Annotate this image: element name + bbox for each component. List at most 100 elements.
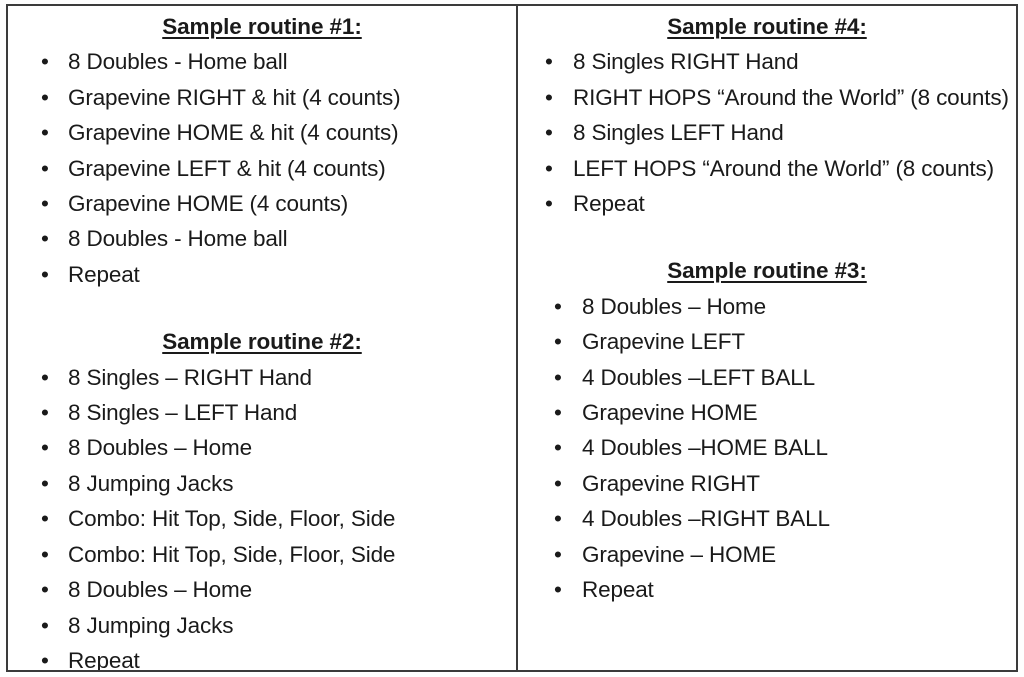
list-item: • 4 Doubles –RIGHT BALL bbox=[518, 501, 1016, 536]
list-item: • Repeat bbox=[518, 186, 1016, 221]
bullet-icon: • bbox=[554, 435, 562, 461]
list-item: • RIGHT HOPS “Around the World” (8 count… bbox=[518, 80, 1016, 115]
routine-list-2: • 8 Singles – RIGHT Hand • 8 Singles – L… bbox=[8, 360, 516, 670]
list-item: • Grapevine LEFT bbox=[518, 324, 1016, 359]
list-item: • 4 Doubles –HOME BALL bbox=[518, 430, 1016, 465]
bullet-icon: • bbox=[554, 541, 562, 567]
list-item: • 8 Singles – LEFT Hand bbox=[8, 395, 516, 430]
list-item: • Grapevine – HOME bbox=[518, 537, 1016, 572]
list-item-label: Combo: Hit Top, Side, Floor, Side bbox=[68, 541, 396, 567]
bullet-icon: • bbox=[41, 506, 49, 532]
list-item: • 8 Doubles – Home bbox=[518, 289, 1016, 324]
list-item: • Grapevine HOME bbox=[518, 395, 1016, 430]
list-item: • Combo: Hit Top, Side, Floor, Side bbox=[8, 537, 516, 572]
bullet-icon: • bbox=[41, 541, 49, 567]
list-item-label: 8 Doubles - Home ball bbox=[68, 49, 288, 75]
list-item-label: Combo: Hit Top, Side, Floor, Side bbox=[68, 506, 396, 532]
list-item: • Grapevine RIGHT & hit (4 counts) bbox=[8, 80, 516, 115]
routine-list-3: • 8 Doubles – Home • Grapevine LEFT • 4 … bbox=[518, 289, 1016, 608]
list-item: • 8 Doubles – Home bbox=[8, 430, 516, 465]
list-item-label: 4 Doubles –LEFT BALL bbox=[582, 364, 815, 390]
bullet-icon: • bbox=[41, 84, 49, 110]
bullet-icon: • bbox=[41, 49, 49, 75]
list-item-label: 4 Doubles –HOME BALL bbox=[582, 435, 828, 461]
list-item-label: LEFT HOPS “Around the World” (8 counts) bbox=[573, 155, 994, 181]
routine-separator bbox=[518, 221, 1016, 253]
list-item: • 8 Doubles - Home ball bbox=[8, 44, 516, 79]
document-page: Sample routine #1: • 8 Doubles - Home ba… bbox=[0, 0, 1024, 677]
list-item: • 8 Jumping Jacks bbox=[8, 466, 516, 501]
routine-title-2: Sample routine #2: bbox=[162, 329, 362, 355]
list-item: • Repeat bbox=[518, 572, 1016, 607]
bullet-icon: • bbox=[545, 155, 553, 181]
bullet-icon: • bbox=[41, 470, 49, 496]
bullet-icon: • bbox=[41, 226, 49, 252]
routine-block-4: Sample routine #4: • 8 Singles RIGHT Han… bbox=[518, 9, 1016, 221]
list-item-label: RIGHT HOPS “Around the World” (8 counts) bbox=[573, 84, 1009, 110]
list-item: • Grapevine HOME & hit (4 counts) bbox=[8, 115, 516, 150]
routine-title-3: Sample routine #3: bbox=[667, 258, 867, 284]
list-item-label: 8 Doubles – Home bbox=[582, 293, 766, 319]
bullet-icon: • bbox=[41, 120, 49, 146]
routine-block-3: Sample routine #3: • 8 Doubles – Home • … bbox=[518, 253, 1016, 607]
list-item-label: 8 Doubles - Home ball bbox=[68, 226, 288, 252]
list-item-label: Repeat bbox=[68, 261, 140, 287]
list-item-label: Grapevine HOME (4 counts) bbox=[68, 191, 349, 217]
bullet-icon: • bbox=[41, 577, 49, 603]
list-item: • Grapevine RIGHT bbox=[518, 466, 1016, 501]
routine-title-1: Sample routine #1: bbox=[162, 14, 362, 39]
list-item-label: Grapevine HOME bbox=[582, 400, 758, 426]
routine-title-4: Sample routine #4: bbox=[667, 14, 867, 39]
routine-separator bbox=[8, 292, 516, 324]
list-item-label: 4 Doubles –RIGHT BALL bbox=[582, 506, 830, 532]
routine-table: Sample routine #1: • 8 Doubles - Home ba… bbox=[6, 4, 1018, 672]
list-item: • 4 Doubles –LEFT BALL bbox=[518, 360, 1016, 395]
list-item: • Grapevine LEFT & hit (4 counts) bbox=[8, 151, 516, 186]
bullet-icon: • bbox=[554, 506, 562, 532]
bullet-icon: • bbox=[554, 577, 562, 603]
bullet-icon: • bbox=[554, 400, 562, 426]
list-item-label: 8 Doubles – Home bbox=[68, 435, 252, 461]
bullet-icon: • bbox=[41, 647, 49, 670]
list-item: • 8 Singles RIGHT Hand bbox=[518, 44, 1016, 79]
table-cell-right-column: Sample routine #4: • 8 Singles RIGHT Han… bbox=[518, 6, 1016, 670]
routine-list-1: • 8 Doubles - Home ball • Grapevine RIGH… bbox=[8, 44, 516, 292]
list-item-label: 8 Singles – RIGHT Hand bbox=[68, 364, 312, 390]
list-item-label: Grapevine LEFT & hit (4 counts) bbox=[68, 155, 386, 181]
list-item-label: Grapevine LEFT bbox=[582, 329, 745, 355]
list-item-label: Grapevine RIGHT bbox=[582, 470, 760, 496]
bullet-icon: • bbox=[554, 364, 562, 390]
bullet-icon: • bbox=[41, 155, 49, 181]
routine-list-4: • 8 Singles RIGHT Hand • RIGHT HOPS “Aro… bbox=[518, 44, 1016, 221]
list-item-label: 8 Jumping Jacks bbox=[68, 470, 234, 496]
list-item-label: Grapevine RIGHT & hit (4 counts) bbox=[68, 84, 401, 110]
bullet-icon: • bbox=[41, 400, 49, 426]
list-item: • 8 Jumping Jacks bbox=[8, 608, 516, 643]
list-item-label: 8 Doubles – Home bbox=[68, 577, 252, 603]
bullet-icon: • bbox=[554, 293, 562, 319]
list-item-label: Grapevine – HOME bbox=[582, 541, 776, 567]
bullet-icon: • bbox=[545, 49, 553, 75]
list-item: • 8 Singles – RIGHT Hand bbox=[8, 360, 516, 395]
list-item-label: Repeat bbox=[582, 577, 654, 603]
bullet-icon: • bbox=[554, 329, 562, 355]
list-item: • Grapevine HOME (4 counts) bbox=[8, 186, 516, 221]
list-item-label: Repeat bbox=[573, 191, 645, 217]
list-item: • 8 Doubles – Home bbox=[8, 572, 516, 607]
bullet-icon: • bbox=[545, 84, 553, 110]
list-item-label: 8 Singles LEFT Hand bbox=[573, 120, 784, 146]
list-item: • 8 Doubles - Home ball bbox=[8, 221, 516, 256]
list-item-label: 8 Jumping Jacks bbox=[68, 612, 234, 638]
list-item-label: Repeat bbox=[68, 647, 140, 670]
routine-block-2: Sample routine #2: • 8 Singles – RIGHT H… bbox=[8, 324, 516, 670]
bullet-icon: • bbox=[41, 612, 49, 638]
routine-block-1: Sample routine #1: • 8 Doubles - Home ba… bbox=[8, 9, 516, 292]
list-item: • Repeat bbox=[8, 643, 516, 670]
list-item: • Combo: Hit Top, Side, Floor, Side bbox=[8, 501, 516, 536]
list-item: • LEFT HOPS “Around the World” (8 counts… bbox=[518, 151, 1016, 186]
bullet-icon: • bbox=[41, 261, 49, 287]
list-item-label: 8 Singles RIGHT Hand bbox=[573, 49, 799, 75]
list-item: • 8 Singles LEFT Hand bbox=[518, 115, 1016, 150]
bullet-icon: • bbox=[41, 191, 49, 217]
bullet-icon: • bbox=[554, 470, 562, 496]
